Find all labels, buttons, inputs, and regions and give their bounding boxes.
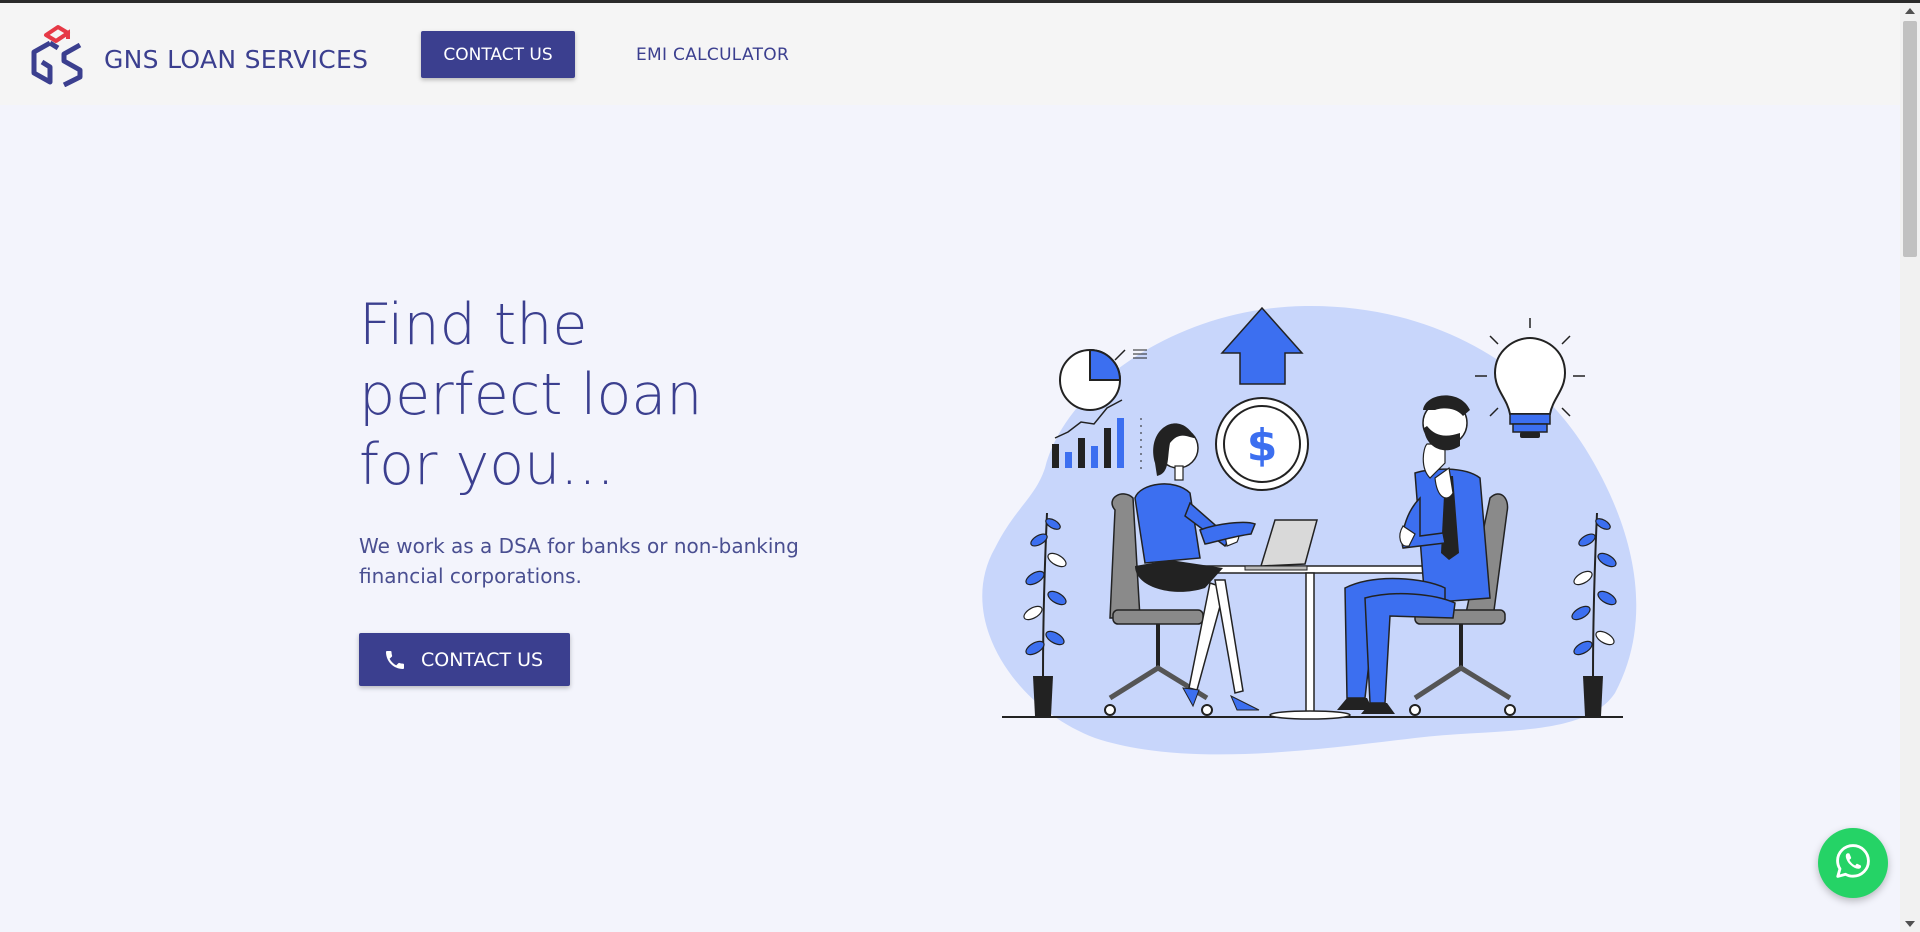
svg-text:$: $ <box>1247 420 1278 471</box>
scrollbar-thumb[interactable] <box>1903 21 1917 257</box>
gns-logo[interactable] <box>28 21 86 88</box>
business-meeting-illustration: $ <box>982 305 1637 755</box>
nav-emi-calculator-link[interactable]: EMI CALCULATOR <box>636 45 789 65</box>
brand-name[interactable]: GNS LOAN SERVICES <box>104 45 368 74</box>
phone-icon <box>383 648 407 672</box>
whatsapp-icon <box>1834 842 1872 884</box>
hero-title: Find the perfect loan for you... <box>359 292 703 498</box>
whatsapp-chat-button[interactable] <box>1818 828 1888 898</box>
scroll-down-arrow-icon[interactable] <box>1900 916 1920 932</box>
vertical-scrollbar[interactable] <box>1900 3 1920 932</box>
nav-contact-us-button[interactable]: CONTACT US <box>421 31 575 78</box>
hero-contact-us-label: CONTACT US <box>421 648 544 671</box>
navbar: GNS LOAN SERVICES CONTACT US EMI CALCULA… <box>0 3 1900 105</box>
hero-subtitle: We work as a DSA for banks or non-bankin… <box>359 534 799 588</box>
hero-contact-us-button[interactable]: CONTACT US <box>359 633 570 686</box>
scroll-up-arrow-icon[interactable] <box>1900 3 1920 19</box>
